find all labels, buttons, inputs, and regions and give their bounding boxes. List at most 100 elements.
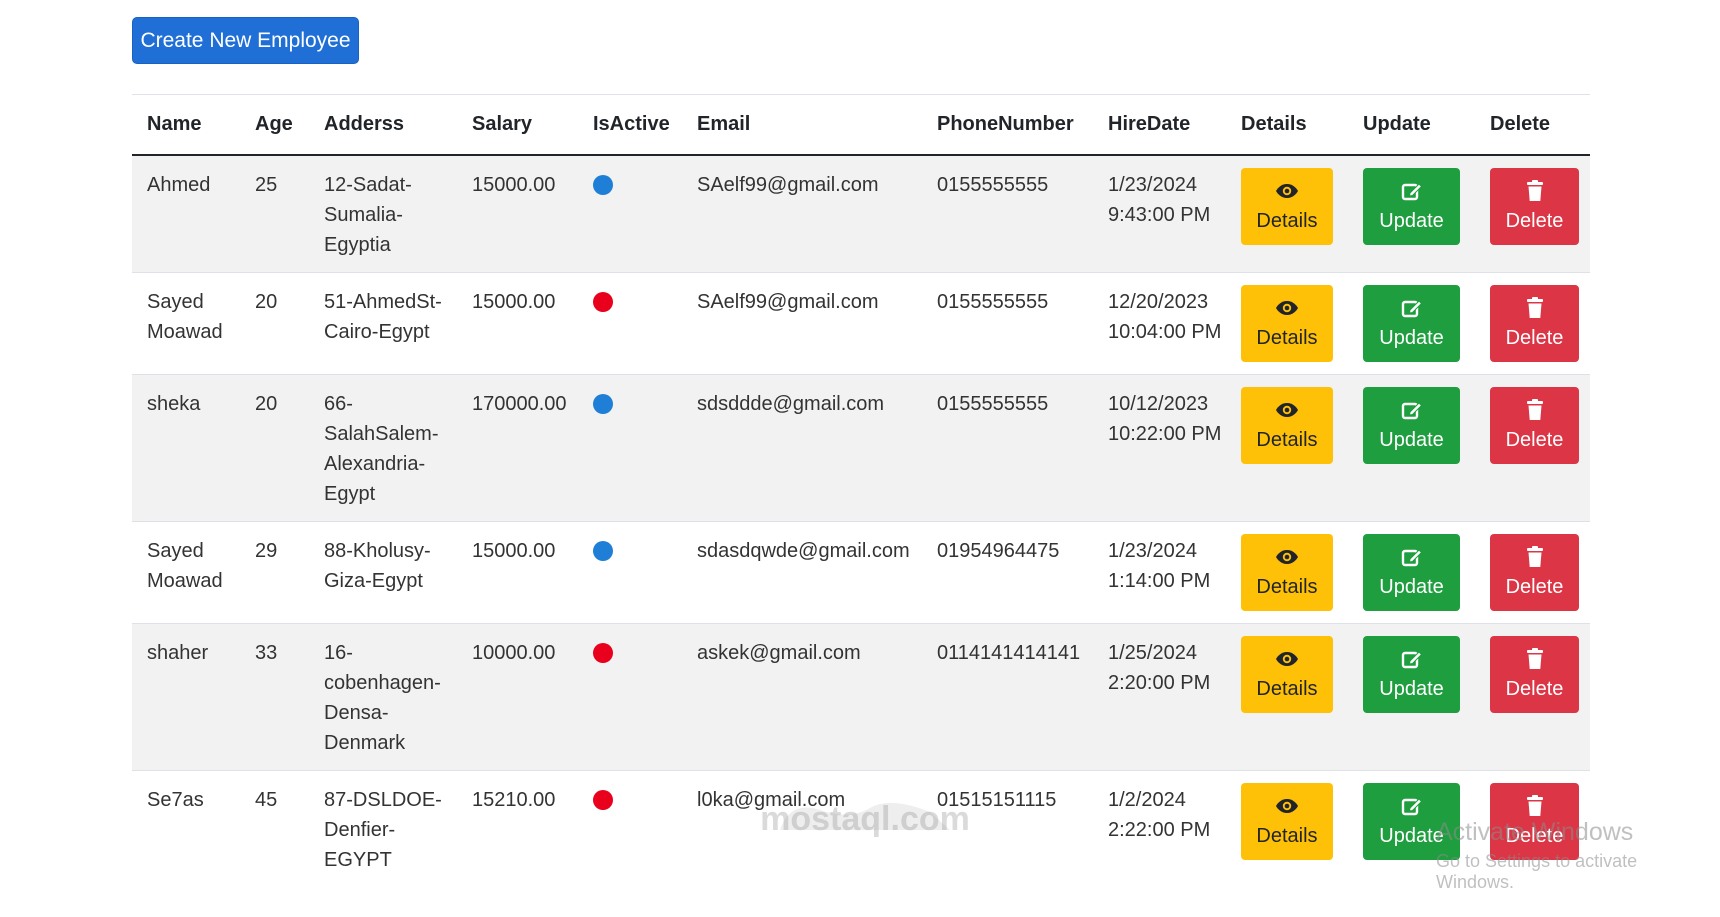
delete-button[interactable]: Delete [1490,168,1579,245]
cell-phone: 0155555555 [922,374,1093,522]
delete-button[interactable]: Delete [1490,636,1579,713]
update-button-label: Update [1379,209,1444,232]
details-button[interactable]: Details [1241,285,1333,362]
delete-button-label: Delete [1505,575,1564,598]
cell-email: l0ka@gmail.com [682,770,922,887]
trash-icon [1526,295,1544,321]
cell-salary: 15000.00 [457,521,578,624]
table-body: Ahmed 25 12-Sadat-Sumalia-Egyptia 15000.00 S… [132,154,1590,887]
edit-icon [1401,793,1423,819]
update-button[interactable]: Update [1363,168,1460,245]
cell-address: 88-Kholusy-Giza-Egypt [309,521,457,624]
cell-hiredate: 1/23/2024 1:14:00 PM [1093,521,1226,624]
update-button-label: Update [1379,326,1444,349]
update-button[interactable]: Update [1363,387,1460,464]
trash-icon [1526,793,1544,819]
cell-salary: 10000.00 [457,623,578,771]
edit-icon [1401,646,1423,672]
cell-age: 33 [240,623,309,771]
details-button-label: Details [1256,428,1318,451]
details-button-label: Details [1256,326,1318,349]
details-button[interactable]: Details [1241,168,1333,245]
details-button[interactable]: Details [1241,534,1333,611]
cell-phone: 01515151115 [922,770,1093,887]
eye-icon [1275,793,1299,819]
cell-isactive [578,154,682,273]
header-hiredate: HireDate [1093,95,1226,156]
cell-address: 51-AhmedSt-Cairo-Egypt [309,272,457,375]
header-email: Email [682,95,922,156]
cell-address: 16-cobenhagen-Densa-Denmark [309,623,457,771]
header-salary: Salary [457,95,578,156]
cell-isactive [578,770,682,887]
cell-age: 29 [240,521,309,624]
details-button-label: Details [1256,677,1318,700]
eye-icon [1275,397,1299,423]
header-delete: Delete [1475,95,1590,156]
cell-details: Details [1226,272,1348,375]
eye-icon [1275,295,1299,321]
cell-delete: Delete [1475,154,1590,273]
update-button[interactable]: Update [1363,534,1460,611]
delete-button[interactable]: Delete [1490,534,1579,611]
cell-address: 87-DSLDOE-Denfier-EGYPT [309,770,457,887]
cell-update: Update [1348,272,1475,375]
cell-update: Update [1348,770,1475,887]
delete-button-label: Delete [1505,326,1564,349]
update-button[interactable]: Update [1363,636,1460,713]
update-button[interactable]: Update [1363,783,1460,860]
header-isactive: IsActive [578,95,682,156]
header-details: Details [1226,95,1348,156]
cell-email: sdasdqwde@gmail.com [682,521,922,624]
cell-hiredate: 1/25/2024 2:20:00 PM [1093,623,1226,771]
cell-delete: Delete [1475,521,1590,624]
cell-delete: Delete [1475,770,1590,887]
details-button[interactable]: Details [1241,636,1333,713]
trash-icon [1526,544,1544,570]
edit-icon [1401,178,1423,204]
delete-button[interactable]: Delete [1490,387,1579,464]
table-row: Sayed Moawad 29 88-Kholusy-Giza-Egypt 15000… [132,521,1590,624]
update-button-label: Update [1379,575,1444,598]
table-row: Ahmed 25 12-Sadat-Sumalia-Egyptia 15000.00 S… [132,154,1590,273]
details-button[interactable]: Details [1241,783,1333,860]
header-address: Adderss [309,95,457,156]
inactive-status-dot [593,790,613,810]
table-row: shaher 33 16-cobenhagen-Densa-Denmark 10000… [132,623,1590,771]
active-status-dot [593,541,613,561]
cell-name: sheka [132,374,240,522]
eye-icon [1275,544,1299,570]
details-button-label: Details [1256,209,1318,232]
cell-update: Update [1348,154,1475,273]
employee-list-page: Create New Employee Name Age Adderss Sal… [0,0,1720,917]
cell-address: 12-Sadat-Sumalia-Egyptia [309,154,457,273]
create-new-employee-button[interactable]: Create New Employee [132,17,359,64]
details-button-label: Details [1256,575,1318,598]
details-button[interactable]: Details [1241,387,1333,464]
cell-salary: 170000.00 [457,374,578,522]
trash-icon [1526,397,1544,423]
cell-name: Sayed Moawad [132,521,240,624]
table-row: sheka 20 66-SalahSalem-Alexandria-Egypt 170… [132,374,1590,522]
cell-isactive [578,623,682,771]
update-button[interactable]: Update [1363,285,1460,362]
table-row: Sayed Moawad 20 51-AhmedSt-Cairo-Egypt 1500… [132,272,1590,375]
cell-phone: 0114141414141 [922,623,1093,771]
header-name: Name [132,95,240,156]
cell-hiredate: 10/12/2023 10:22:00 PM [1093,374,1226,522]
employee-table-container: Name Age Adderss Salary IsActive Email P… [132,94,1590,887]
active-status-dot [593,394,613,414]
cell-hiredate: 1/2/2024 2:22:00 PM [1093,770,1226,887]
cell-isactive [578,272,682,375]
delete-button[interactable]: Delete [1490,783,1579,860]
cell-name: Sayed Moawad [132,272,240,375]
delete-button[interactable]: Delete [1490,285,1579,362]
trash-icon [1526,646,1544,672]
cell-phone: 0155555555 [922,272,1093,375]
details-button-label: Details [1256,824,1318,847]
cell-email: askek@gmail.com [682,623,922,771]
edit-icon [1401,544,1423,570]
cell-details: Details [1226,623,1348,771]
cell-update: Update [1348,374,1475,522]
cell-hiredate: 1/23/2024 9:43:00 PM [1093,154,1226,273]
